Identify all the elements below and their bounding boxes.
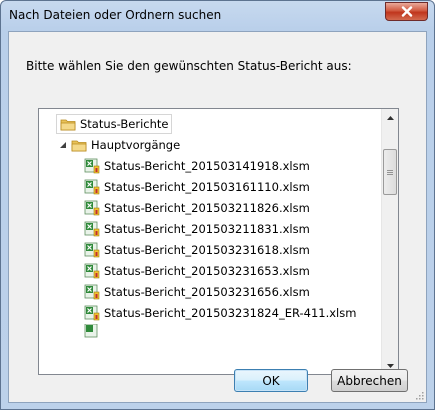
- tree-file-label: Status-Bericht_201503211831.xlsm: [104, 222, 310, 236]
- tree-file-item[interactable]: Status-Bericht_201503231656.xlsm: [84, 282, 310, 302]
- collapse-triangle-icon[interactable]: [58, 141, 67, 150]
- cancel-button[interactable]: Abbrechen: [331, 369, 408, 392]
- arrow-down-icon: [386, 363, 394, 368]
- tree-file-item[interactable]: Status-Bericht_201503231653.xlsm: [84, 261, 310, 281]
- scroll-up-button[interactable]: [382, 109, 398, 126]
- title-bar[interactable]: Nach Dateien oder Ordnern suchen: [1, 1, 434, 31]
- tree-file-item-partial[interactable]: [84, 324, 100, 338]
- tree-file-label: Status-Bericht_201503231824_ER-411.xlsm: [104, 306, 357, 320]
- close-icon: [401, 6, 412, 17]
- excel-macro-file-icon: [84, 158, 100, 174]
- dialog-prompt: Bitte wählen Sie den gewünschten Status-…: [26, 59, 352, 73]
- tree-root-label: Status-Berichte: [80, 117, 169, 131]
- vertical-scrollbar[interactable]: [381, 109, 398, 374]
- tree-file-item[interactable]: Status-Bericht_201503231824_ER-411.xlsm: [84, 303, 356, 323]
- tree-folder-label: Hauptvorgänge: [91, 138, 181, 152]
- dialog-body: Bitte wählen Sie den gewünschten Status-…: [8, 31, 427, 403]
- tree-file-label: Status-Bericht_201503211826.xlsm: [104, 201, 310, 215]
- tree-file-item[interactable]: Status-Bericht_201503231618.xlsm: [84, 240, 310, 260]
- ok-button[interactable]: OK: [234, 369, 308, 392]
- excel-macro-file-icon: [84, 263, 100, 279]
- excel-macro-file-icon: [84, 221, 100, 237]
- tree-file-item[interactable]: Status-Bericht_201503141918.xlsm: [84, 156, 310, 176]
- tree-file-item[interactable]: Status-Bericht_201503211826.xlsm: [84, 198, 310, 218]
- folder-icon: [71, 140, 87, 152]
- excel-macro-file-icon: [84, 284, 100, 300]
- tree-file-label: Status-Bericht_201503231653.xlsm: [104, 264, 310, 278]
- scroll-thumb[interactable]: [383, 149, 397, 195]
- tree-root-item[interactable]: Status-Berichte: [56, 114, 173, 134]
- excel-macro-file-icon: [84, 179, 100, 195]
- close-button[interactable]: [385, 2, 428, 21]
- tree-file-label: Status-Bericht_201503141918.xlsm: [104, 159, 310, 173]
- folder-tree[interactable]: Status-Berichte Hauptvorgänge Status-Ber…: [38, 108, 399, 375]
- tree-file-label: Status-Bericht_201503231656.xlsm: [104, 285, 310, 299]
- tree-file-label: Status-Bericht_201503161110.xlsm: [104, 180, 310, 194]
- tree-file-item[interactable]: Status-Bericht_201503161110.xlsm: [84, 177, 310, 197]
- tree-file-item[interactable]: Status-Bericht_201503211831.xlsm: [84, 219, 310, 239]
- excel-macro-file-icon: [84, 200, 100, 216]
- grip-lines-icon: [387, 169, 393, 175]
- window-title: Nach Dateien oder Ordnern suchen: [9, 8, 222, 22]
- tree-file-label: Status-Bericht_201503231618.xlsm: [104, 243, 310, 257]
- resize-grip-icon[interactable]: [414, 390, 424, 400]
- dialog-window: Nach Dateien oder Ordnern suchen Bitte w…: [0, 0, 435, 410]
- folder-icon: [60, 119, 76, 131]
- excel-macro-file-icon: [84, 242, 100, 258]
- excel-macro-file-icon: [84, 324, 98, 338]
- arrow-up-icon: [386, 115, 394, 120]
- excel-macro-file-icon: [84, 305, 100, 321]
- tree-folder-item[interactable]: Hauptvorgänge: [58, 135, 180, 155]
